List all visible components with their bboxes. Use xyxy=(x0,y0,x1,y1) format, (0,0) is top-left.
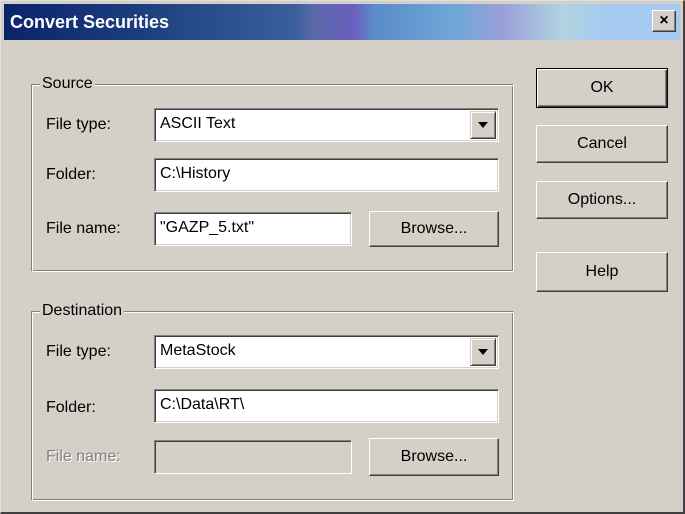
source-file-name-value: "GAZP_5.txt" xyxy=(160,219,255,236)
ok-button[interactable]: OK xyxy=(536,68,668,108)
source-file-type-select[interactable]: ASCII Text xyxy=(154,108,499,142)
destination-folder-input[interactable]: C:\Data\RT\ xyxy=(154,389,499,423)
close-icon: × xyxy=(659,12,669,29)
destination-file-type-dropdown-button[interactable] xyxy=(470,338,496,366)
source-file-name-input[interactable]: "GAZP_5.txt" xyxy=(154,212,352,246)
help-button[interactable]: Help xyxy=(536,252,668,292)
source-folder-input[interactable]: C:\History xyxy=(154,158,499,192)
source-file-name-label: File name: xyxy=(46,220,121,237)
destination-folder-value: C:\Data\RT\ xyxy=(160,396,245,413)
destination-file-type-value: MetaStock xyxy=(160,342,236,359)
destination-file-type-select[interactable]: MetaStock xyxy=(154,335,499,369)
source-file-type-dropdown-button[interactable] xyxy=(470,111,496,139)
close-button[interactable]: × xyxy=(652,10,676,32)
destination-folder-label: Folder: xyxy=(46,399,96,416)
source-file-type-value: ASCII Text xyxy=(160,115,236,132)
source-browse-button[interactable]: Browse... xyxy=(369,211,499,247)
chevron-down-icon xyxy=(478,122,488,128)
cancel-button[interactable]: Cancel xyxy=(536,125,668,163)
source-folder-label: Folder: xyxy=(46,166,96,183)
destination-group-label: Destination xyxy=(40,302,125,320)
convert-securities-dialog: Convert Securities × Source File type: A… xyxy=(0,0,685,514)
title-bar[interactable]: Convert Securities × xyxy=(4,4,680,40)
destination-file-name-label: File name: xyxy=(46,448,121,465)
destination-file-type-label: File type: xyxy=(46,343,111,360)
destination-file-name-input xyxy=(154,440,352,474)
window-title: Convert Securities xyxy=(10,12,170,32)
source-folder-value: C:\History xyxy=(160,165,231,182)
destination-browse-button[interactable]: Browse... xyxy=(369,438,499,476)
source-file-type-label: File type: xyxy=(46,116,111,133)
chevron-down-icon xyxy=(478,349,488,355)
source-group-label: Source xyxy=(40,75,95,93)
options-button[interactable]: Options... xyxy=(536,181,668,219)
